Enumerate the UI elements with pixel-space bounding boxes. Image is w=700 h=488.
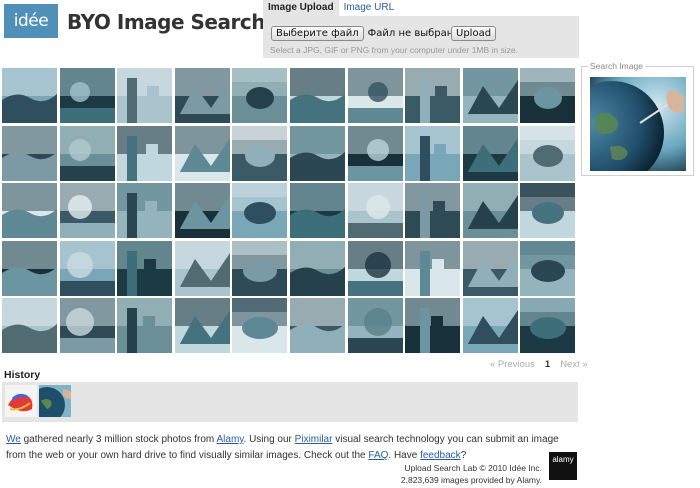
result-thumbnail[interactable] — [347, 125, 403, 181]
result-thumbnail[interactable] — [405, 125, 461, 181]
result-thumbnail[interactable] — [174, 240, 230, 296]
result-thumbnail[interactable] — [462, 298, 518, 354]
copyright-line-2: 2,823,639 images provided by Alamy. — [400, 475, 542, 485]
result-thumbnail[interactable] — [520, 183, 576, 239]
result-thumbnail[interactable] — [462, 68, 518, 123]
result-thumbnail[interactable] — [405, 183, 461, 239]
result-thumbnail[interactable] — [117, 68, 173, 123]
current-page: 1 — [544, 359, 551, 370]
result-thumbnail[interactable] — [520, 240, 576, 296]
result-thumbnail[interactable] — [59, 125, 115, 181]
result-thumbnail[interactable] — [347, 68, 403, 123]
upload-button[interactable]: Upload — [451, 26, 497, 41]
result-thumbnail[interactable] — [405, 68, 461, 123]
footer-text-5: ? — [460, 450, 467, 461]
result-thumbnail[interactable] — [174, 68, 230, 123]
copyright-line-1: Upload Search Lab © 2010 Idée Inc. — [404, 463, 542, 473]
result-thumbnail[interactable] — [462, 240, 518, 296]
result-thumbnail[interactable] — [462, 183, 518, 239]
next-link[interactable]: Next » — [560, 359, 587, 370]
search-image — [560, 77, 686, 185]
result-thumbnail[interactable] — [232, 298, 288, 354]
result-thumbnail[interactable] — [347, 240, 403, 296]
result-thumbnail[interactable] — [232, 68, 288, 123]
result-thumbnail[interactable] — [290, 183, 345, 239]
tab-image-url[interactable]: Image URL — [338, 0, 400, 16]
result-thumbnail[interactable] — [405, 298, 461, 354]
footer-text-2: . Using our — [243, 434, 295, 445]
result-thumbnail[interactable] — [174, 298, 230, 354]
result-thumbnail[interactable] — [2, 125, 57, 181]
history-thumb[interactable] — [5, 385, 37, 417]
file-status-label: Файл не выбран — [367, 28, 454, 39]
result-thumbnail[interactable] — [520, 298, 576, 354]
result-thumbnail[interactable] — [232, 183, 288, 239]
idee-logo[interactable]: idée — [4, 4, 58, 38]
footer-text-4: . Have — [388, 450, 421, 461]
tab-image-upload[interactable]: Image Upload — [263, 0, 339, 16]
result-thumbnail[interactable] — [117, 125, 173, 181]
choose-file-button[interactable]: Выберите файл — [271, 26, 364, 41]
footer-text-1: gathered nearly 3 million stock photos f… — [20, 434, 217, 445]
upload-hint: Select a JPG, GIF or PNG from your compu… — [270, 45, 519, 55]
result-thumbnail[interactable] — [2, 298, 57, 354]
pagination: « Previous 1 Next » — [490, 359, 588, 370]
footer-description: We gathered nearly 3 million stock photo… — [6, 432, 578, 464]
upload-panel: Image Upload Image URL Выберите файл Фай… — [263, 0, 579, 58]
result-thumbnail[interactable] — [290, 125, 345, 181]
previous-link[interactable]: « Previous — [490, 359, 535, 370]
search-image-panel: Search Image — [560, 61, 694, 185]
result-thumbnail[interactable] — [405, 240, 461, 296]
result-thumbnail[interactable] — [462, 125, 518, 181]
history-thumb[interactable] — [39, 385, 71, 417]
result-thumbnail[interactable] — [117, 240, 173, 296]
result-thumbnail[interactable] — [117, 183, 173, 239]
upload-tabs: Image Upload Image URL — [263, 0, 579, 16]
we-link[interactable]: We — [6, 434, 21, 445]
result-thumbnail[interactable] — [2, 68, 57, 123]
alamy-link[interactable]: Alamy — [216, 434, 243, 445]
copyright: Upload Search Lab © 2010 Idée Inc. 2,823… — [360, 462, 542, 486]
result-thumbnail[interactable] — [520, 125, 576, 181]
file-picker: Выберите файл Файл не выбран — [271, 26, 453, 41]
result-thumbnail[interactable] — [59, 183, 115, 239]
alamy-logo[interactable]: alamy — [549, 452, 577, 480]
history-strip — [2, 382, 578, 422]
result-thumbnail[interactable] — [290, 68, 345, 123]
search-image-legend: Search Image — [588, 61, 645, 71]
result-thumbnail[interactable] — [174, 125, 230, 181]
result-thumbnail[interactable] — [117, 298, 173, 354]
result-thumbnail[interactable] — [290, 298, 345, 354]
result-thumbnail[interactable] — [347, 298, 403, 354]
result-thumbnail[interactable] — [59, 68, 115, 123]
faq-link[interactable]: FAQ — [368, 450, 388, 461]
result-thumbnail[interactable] — [232, 240, 288, 296]
logo-text: idée — [13, 11, 49, 31]
result-thumbnail[interactable] — [174, 183, 230, 239]
result-thumbnail[interactable] — [59, 298, 115, 354]
result-thumbnail[interactable] — [2, 240, 57, 296]
piximilar-link[interactable]: Piximilar — [295, 434, 333, 445]
result-thumbnail[interactable] — [2, 183, 57, 239]
result-thumbnail[interactable] — [347, 183, 403, 239]
result-thumbnail[interactable] — [232, 125, 288, 181]
result-thumbnail[interactable] — [59, 240, 115, 296]
result-grid — [2, 68, 578, 356]
history-title: History — [4, 369, 41, 381]
feedback-link[interactable]: feedback — [420, 450, 461, 461]
result-thumbnail[interactable] — [520, 68, 576, 123]
result-thumbnail[interactable] — [290, 240, 345, 296]
